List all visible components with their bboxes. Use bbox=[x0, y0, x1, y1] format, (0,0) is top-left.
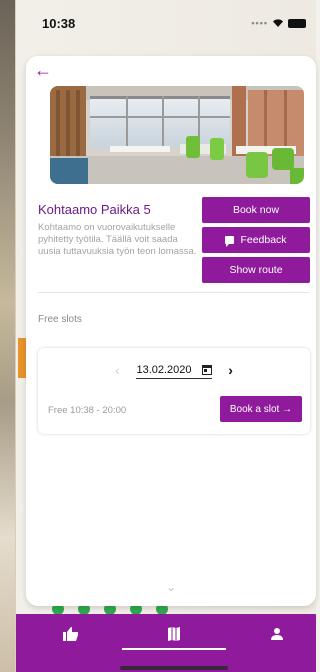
signal-icon: •••• bbox=[251, 18, 268, 28]
map-marker-orange bbox=[18, 338, 26, 378]
active-tab-indicator bbox=[122, 648, 226, 650]
status-bar: 10:38 •••• bbox=[16, 0, 316, 52]
wifi-icon bbox=[273, 19, 283, 27]
thumbs-up-icon bbox=[63, 627, 78, 641]
book-now-button[interactable]: Book now bbox=[202, 197, 310, 223]
chevron-left-icon[interactable]: ‹ bbox=[110, 362, 124, 378]
show-route-label: Show route bbox=[229, 264, 283, 276]
book-slot-label: Book a slot → bbox=[229, 403, 293, 415]
place-title: Kohtaamo Paikka 5 bbox=[38, 202, 151, 217]
feedback-label: Feedback bbox=[240, 234, 287, 246]
divider bbox=[38, 292, 310, 293]
feedback-button[interactable]: Feedback bbox=[202, 227, 310, 253]
back-arrow-icon[interactable]: ← bbox=[34, 61, 54, 79]
place-detail-sheet: ← Kohtaamo Paikka 5 Kohtaamo on vuorovai… bbox=[26, 56, 316, 606]
date-field[interactable]: 13.02.2020 bbox=[136, 362, 212, 379]
nav-profile-button[interactable] bbox=[262, 624, 292, 644]
home-indicator bbox=[120, 666, 228, 670]
status-time: 10:38 bbox=[42, 15, 76, 31]
free-time-text: Free 10:38 - 20:00 bbox=[48, 405, 127, 416]
bottom-navigation bbox=[16, 614, 316, 672]
chevron-right-icon[interactable]: › bbox=[224, 362, 238, 378]
office-photo-image bbox=[50, 86, 304, 184]
map-icon bbox=[168, 627, 180, 641]
chevron-down-icon[interactable]: ⌄ bbox=[166, 580, 176, 594]
background-photo-strip bbox=[0, 0, 15, 672]
calendar-icon bbox=[201, 364, 212, 375]
slot-card: ‹ 13.02.2020 › Free 10:38 - 20:00 Book a… bbox=[38, 348, 310, 434]
place-description: Kohtaamo on vuorovaikutukselle pyhitetty… bbox=[38, 222, 197, 257]
battery-icon bbox=[288, 18, 306, 28]
free-slots-label: Free slots bbox=[38, 314, 82, 325]
show-route-button[interactable]: Show route bbox=[202, 257, 310, 283]
status-icons: •••• bbox=[251, 18, 306, 28]
book-now-label: Book now bbox=[232, 204, 280, 216]
nav-like-button[interactable] bbox=[56, 624, 86, 644]
user-icon bbox=[271, 628, 283, 640]
feedback-icon bbox=[225, 236, 235, 247]
date-value: 13.02.2020 bbox=[136, 363, 192, 376]
place-photo bbox=[50, 86, 304, 184]
nav-map-button[interactable] bbox=[159, 624, 189, 644]
book-slot-button[interactable]: Book a slot → bbox=[220, 396, 302, 422]
date-picker-row: ‹ 13.02.2020 › bbox=[38, 358, 310, 382]
